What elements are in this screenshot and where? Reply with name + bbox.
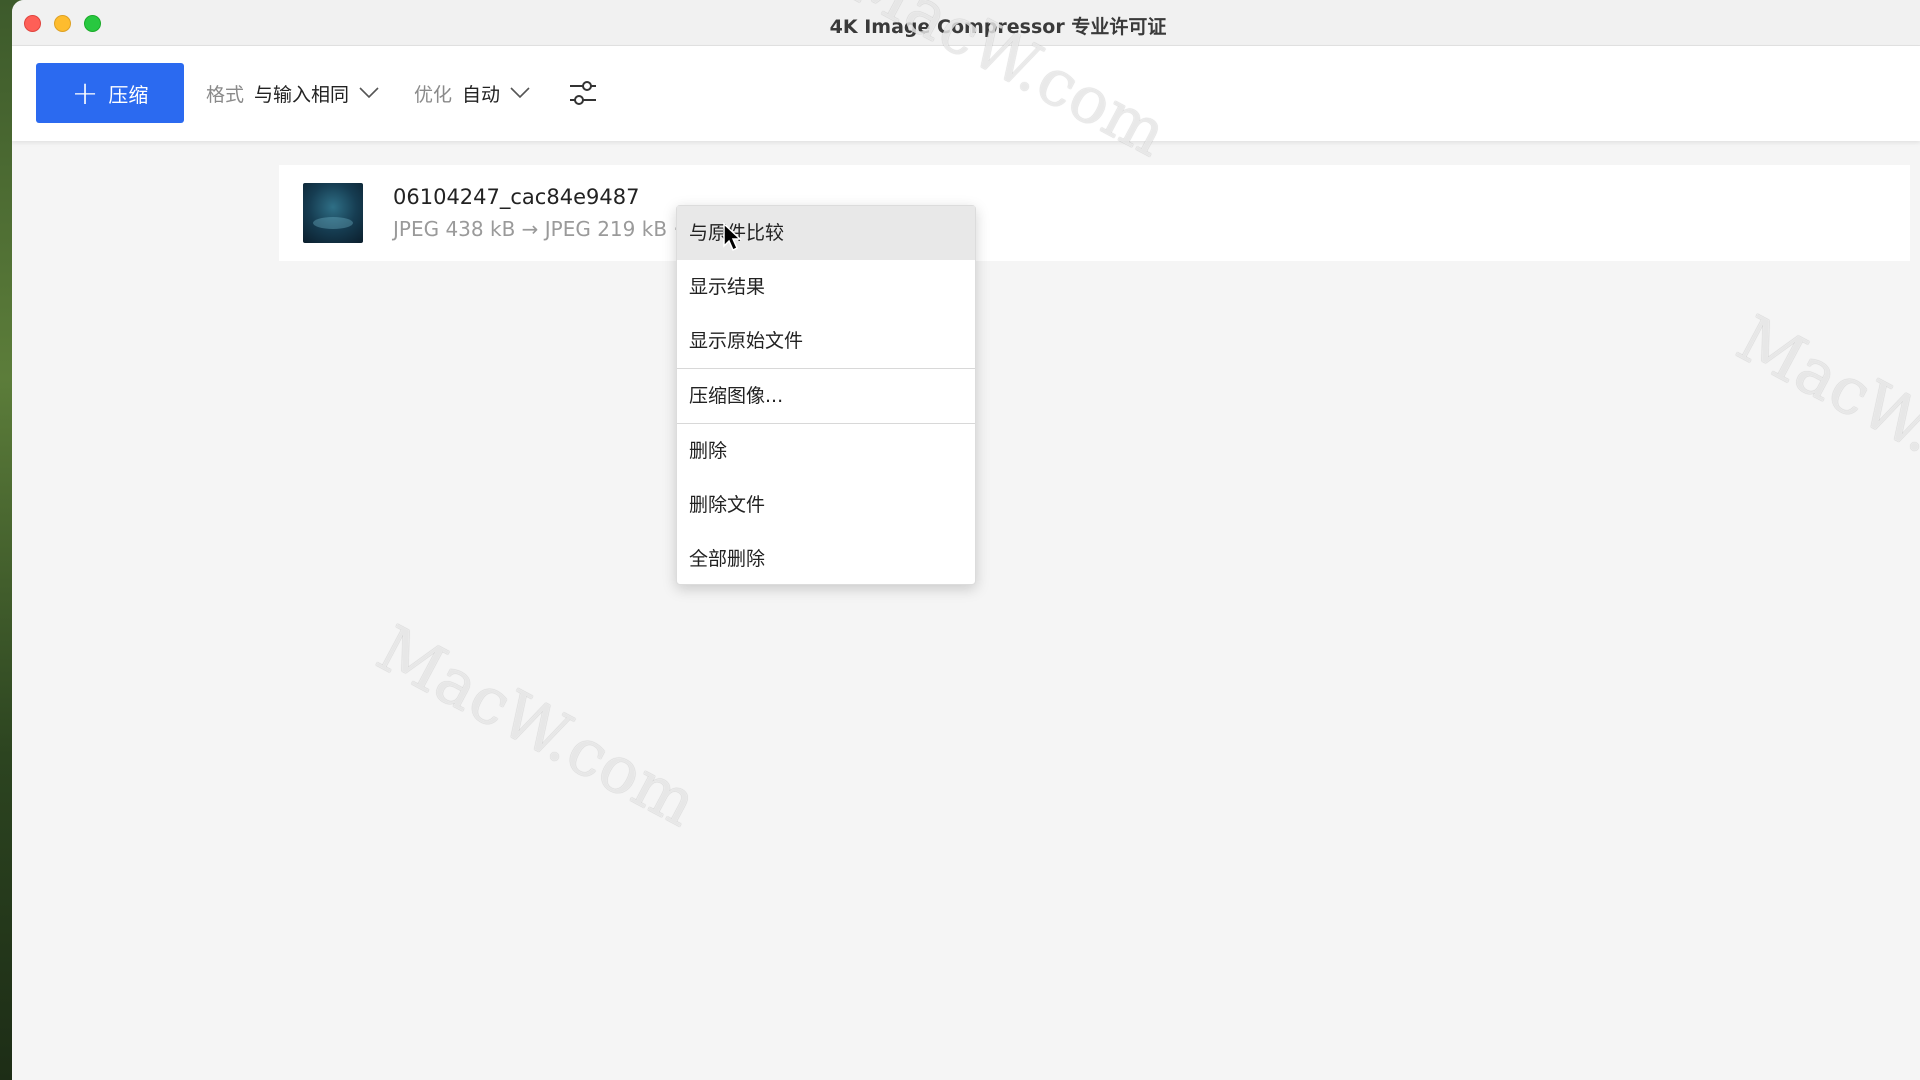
image-thumbnail	[303, 183, 363, 243]
compress-button-label: 压缩	[108, 82, 149, 107]
file-name: 06104247_cac84e9487	[393, 185, 640, 209]
context-menu: 与原件比较 显示结果 显示原始文件 压缩图像... 删除 删除文件 全部删除	[676, 205, 976, 585]
format-label: 格式	[206, 83, 245, 106]
app-window: 4K Image Compressor 专业许可证 + 压缩 格式 与输入相同 …	[12, 0, 1920, 1080]
sliders-icon[interactable]	[568, 78, 598, 108]
menu-item-delete-file[interactable]: 删除文件	[677, 478, 975, 532]
menu-item-compare-original[interactable]: 与原件比较	[677, 206, 975, 260]
menu-item-delete-all[interactable]: 全部删除	[677, 532, 975, 586]
format-dropdown[interactable]: 格式 与输入相同	[206, 79, 379, 107]
optimize-dropdown[interactable]: 优化 自动	[414, 79, 530, 107]
watermark: MacW.com	[365, 612, 709, 842]
window-title: 4K Image Compressor 专业许可证	[829, 16, 1167, 38]
plus-icon: +	[71, 74, 99, 112]
file-size-info: JPEG 438 kB → JPEG 219 kB ·	[393, 217, 680, 241]
watermark: MacW.com	[1725, 302, 1920, 532]
toolbar: + 压缩 格式 与输入相同 优化 自动	[12, 46, 1920, 141]
optimize-value: 自动	[462, 83, 501, 106]
menu-item-show-original-file[interactable]: 显示原始文件	[677, 314, 975, 368]
title-bar: 4K Image Compressor 专业许可证	[12, 0, 1920, 46]
chevron-down-icon	[359, 87, 379, 99]
format-value: 与输入相同	[254, 83, 350, 106]
menu-item-delete[interactable]: 删除	[677, 424, 975, 478]
file-list-item[interactable]: 06104247_cac84e9487 JPEG 438 kB → JPEG 2…	[279, 165, 1910, 261]
optimize-label: 优化	[414, 83, 453, 106]
menu-item-compress-image[interactable]: 压缩图像...	[677, 369, 975, 423]
compress-button[interactable]: + 压缩	[36, 63, 184, 123]
menu-item-show-result[interactable]: 显示结果	[677, 260, 975, 314]
chevron-down-icon	[510, 87, 530, 99]
